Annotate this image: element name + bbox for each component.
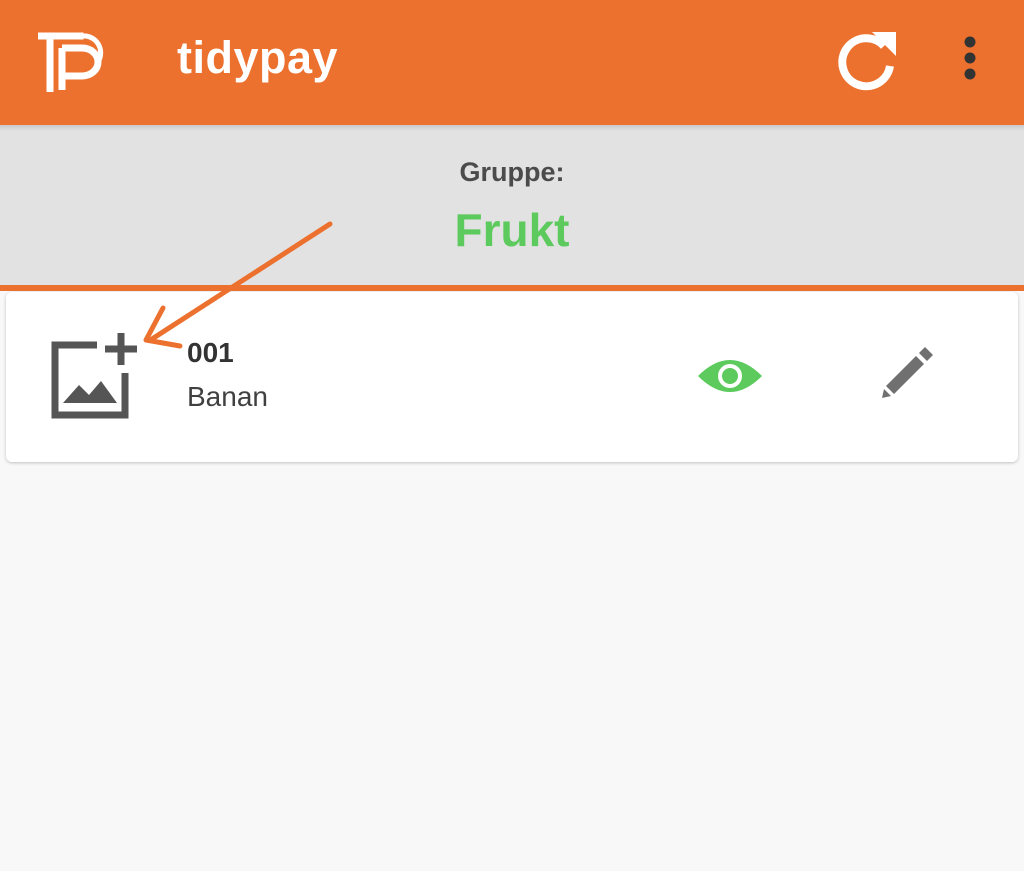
tidypay-logo-icon (38, 32, 104, 92)
app-bar: tidypay (0, 0, 1024, 125)
item-number: 001 (187, 337, 234, 368)
item-name: Banan (187, 381, 268, 412)
appbar-shadow (0, 125, 1024, 131)
app-title: tidypay (177, 32, 339, 83)
add-image-icon[interactable] (49, 329, 141, 421)
group-label: Gruppe: (459, 157, 565, 187)
refresh-icon[interactable] (832, 26, 902, 92)
group-name: Frukt (454, 204, 570, 256)
pencil-icon[interactable] (876, 344, 936, 404)
accent-divider (0, 285, 1024, 291)
group-header: Gruppe: Frukt (0, 125, 1024, 285)
list-item[interactable]: 001 Banan (6, 292, 1018, 462)
eye-icon[interactable] (696, 350, 764, 402)
more-vert-icon[interactable] (950, 30, 990, 90)
